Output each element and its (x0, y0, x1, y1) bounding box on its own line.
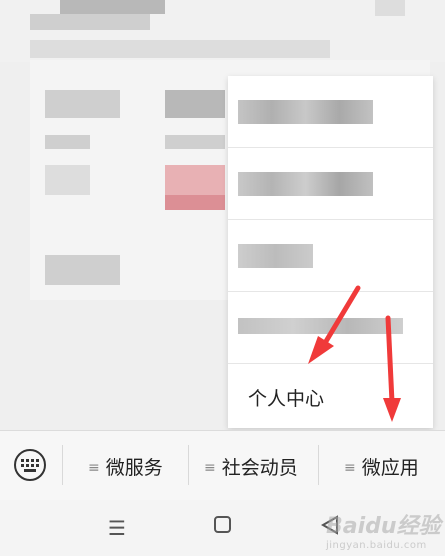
tab-social-mobilization[interactable]: ≡ 社会动员 (204, 453, 298, 479)
watermark-text: Baidu经验 (326, 514, 441, 539)
tab-micro-services[interactable]: ≡ 微服务 (88, 453, 163, 479)
tab-label: 微应用 (361, 457, 419, 479)
menu-icon: ≡ (344, 460, 356, 476)
divider (188, 445, 189, 485)
divider (62, 445, 63, 485)
keyboard-toggle-button[interactable] (14, 449, 46, 481)
menu-icon: ≡ (88, 460, 100, 476)
arrow-icon (383, 315, 401, 422)
bottom-tab-bar: ≡ 微服务 ≡ 社会动员 ≡ 微应用 (0, 430, 445, 501)
watermark-url: jingyan.baidu.com (326, 540, 427, 551)
home-button[interactable] (213, 515, 233, 540)
baidu-watermark: Baidu经验 jingyan.baidu.com (326, 508, 441, 551)
tab-label: 微服务 (105, 457, 163, 479)
menu-icon: ≡ (204, 460, 216, 476)
divider (318, 445, 319, 485)
recents-menu-icon[interactable]: ☰ (108, 516, 126, 540)
keyboard-icon (21, 459, 39, 472)
arrow-icon (308, 285, 361, 364)
tab-micro-apps[interactable]: ≡ 微应用 (344, 453, 419, 479)
home-square-icon (214, 516, 231, 533)
tab-label: 社会动员 (221, 457, 298, 479)
